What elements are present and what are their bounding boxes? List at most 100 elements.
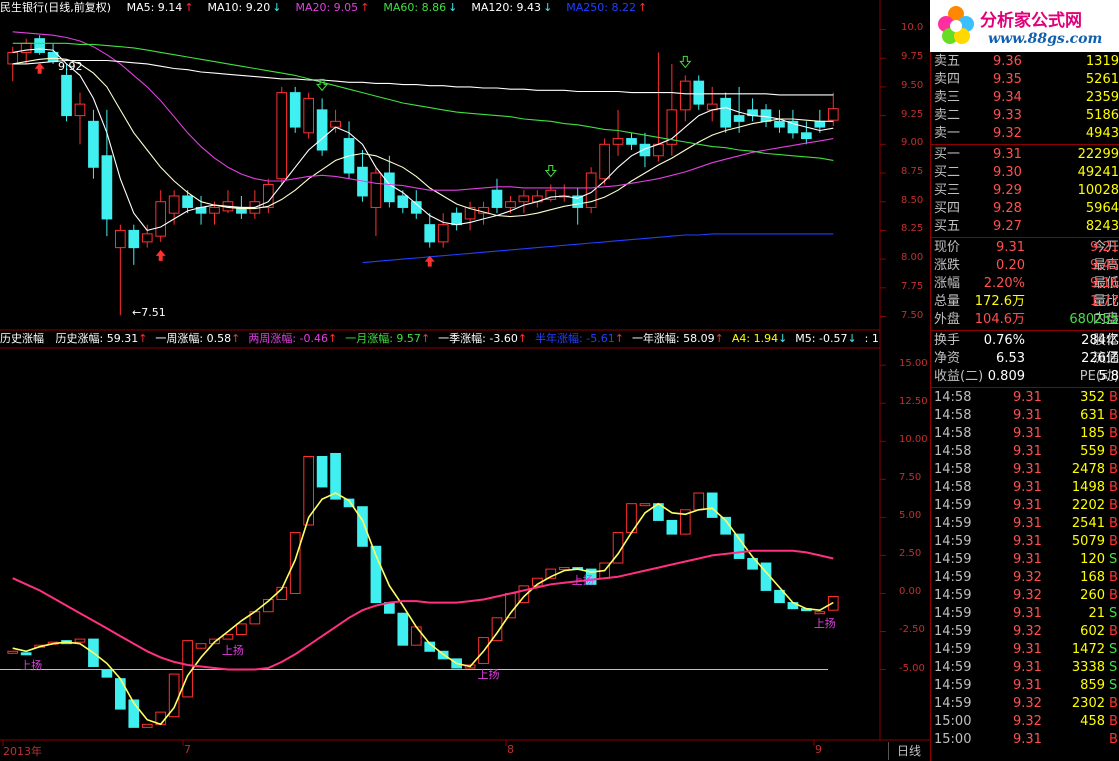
tick-side: B xyxy=(1109,714,1118,729)
quote-value: 2.20% xyxy=(983,276,1025,291)
ma-label: MA120: 9.43 xyxy=(471,1,542,14)
tick-row: 14:59 9.32 260 B xyxy=(931,587,1119,605)
tick-volume: 120 xyxy=(1080,552,1105,567)
tick-side: B xyxy=(1109,696,1118,711)
order-volume: 49241 xyxy=(1077,165,1119,180)
tick-side: B xyxy=(1109,534,1118,549)
fundamental-label: 换手 xyxy=(934,333,961,348)
indicator-candle xyxy=(195,643,207,649)
candle-body xyxy=(61,74,72,117)
candle-body xyxy=(733,115,745,122)
candle-body xyxy=(397,195,409,208)
indicator-tick-label: -2.50 xyxy=(899,624,925,636)
fundamental-row: 收益(二) 0.809 PE(动) 5.8 xyxy=(931,368,1119,386)
candle-body xyxy=(141,233,153,243)
tick-volume: 559 xyxy=(1080,444,1105,459)
tick-side: B xyxy=(1109,624,1118,639)
tick-volume: 2302 xyxy=(1071,696,1105,711)
fundamental-row: 换手 0.76% 股本 284亿 xyxy=(931,332,1119,350)
trend-arrow-icon: ↑ xyxy=(614,332,624,345)
tick-side: B xyxy=(1109,570,1118,585)
candle-body xyxy=(693,492,705,511)
candle-body xyxy=(114,678,126,710)
indicator-candle xyxy=(316,456,328,488)
candle-body xyxy=(505,201,516,208)
candle-body xyxy=(101,669,113,678)
tick-row: 14:59 9.31 2202 B xyxy=(931,497,1119,515)
candle-body xyxy=(720,97,732,128)
tick-volume: 859 xyxy=(1080,678,1105,693)
tick-row: 14:59 9.31 21 S xyxy=(931,605,1119,623)
tick-price: 9.31 xyxy=(1013,444,1042,459)
tick-time: 14:58 xyxy=(934,462,972,477)
order-price: 9.30 xyxy=(993,165,1022,180)
chart-area[interactable] xyxy=(0,0,930,761)
date-label: 2013年 xyxy=(3,745,42,758)
candle-body xyxy=(7,650,19,654)
order-price: 9.36 xyxy=(993,54,1022,69)
tick-side: S xyxy=(1109,642,1118,657)
candle-body xyxy=(128,229,140,249)
candle-body xyxy=(330,120,341,128)
trend-arrow-icon: ↓ xyxy=(543,1,553,14)
tick-time: 14:59 xyxy=(934,696,972,711)
tick-side: B xyxy=(1109,390,1118,405)
order-price: 9.32 xyxy=(993,126,1022,141)
tick-side: B xyxy=(1109,498,1118,513)
ma-label: MA60: 8.86 xyxy=(383,1,447,14)
ma-header-item: MA5: 9.14 ↑ xyxy=(125,1,196,14)
trend-arrow-icon: ↑ xyxy=(638,1,648,14)
period-button[interactable]: 日线 xyxy=(888,742,929,760)
candle-body xyxy=(74,638,86,643)
indicator-label: 一年涨幅: 58.09 xyxy=(631,332,715,345)
site-logo: 分析家公式网 www.88gs.com xyxy=(930,0,1119,52)
tick-volume: 3338 xyxy=(1071,660,1105,675)
ma-header-item: MA60: 8.86 ↓ xyxy=(381,1,459,14)
tick-volume: 2541 xyxy=(1071,516,1105,531)
candle-body xyxy=(666,519,678,535)
candle-body xyxy=(155,201,167,237)
candle-body xyxy=(626,138,637,145)
indicator-tick-label: 10.00 xyxy=(899,434,928,446)
order-level: 卖五 xyxy=(934,54,961,69)
indicator-tick-label: 15.00 xyxy=(899,358,928,370)
price-tick-label: 10.0 xyxy=(901,22,924,34)
order-price: 9.29 xyxy=(993,183,1022,198)
candle-body xyxy=(774,120,785,128)
tick-price: 9.31 xyxy=(1013,606,1042,621)
indicator-candle xyxy=(74,638,86,643)
tick-price: 9.32 xyxy=(1013,588,1042,603)
tick-volume: 631 xyxy=(1080,408,1105,423)
tick-volume: 2202 xyxy=(1071,498,1105,513)
candle-body xyxy=(195,643,207,649)
quote-label: 总量 xyxy=(934,294,961,309)
indicator-header-item: M5: -0.57↓ xyxy=(795,332,856,345)
tick-side: B xyxy=(1109,444,1118,459)
quote-row: 外盘 104.6万 内盘 680255 xyxy=(931,311,1119,329)
price-tick-label: 8.75 xyxy=(901,166,924,177)
trend-arrow-icon: ↑ xyxy=(184,1,194,14)
tick-side: B xyxy=(1109,516,1118,531)
price-tick-label: 9.75 xyxy=(901,51,924,63)
indicator-label: : 1 xyxy=(864,332,879,345)
quote-label: 现价 xyxy=(934,240,961,255)
quote-row: 现价 9.31 今开 9.21 xyxy=(931,239,1119,257)
ma-label: MA5: 9.14 xyxy=(126,1,183,14)
trend-arrow-icon: ↑ xyxy=(714,332,724,345)
price-candle xyxy=(720,92,732,133)
indicator-candle xyxy=(182,640,193,698)
candle-body xyxy=(101,155,113,220)
indicator-label: 一季涨幅: -3.60 xyxy=(438,332,518,345)
candle-body xyxy=(451,212,462,226)
ma-header-item: MA250: 8.22 ↑ xyxy=(564,1,649,14)
trend-arrow-icon: ↑ xyxy=(517,332,528,345)
candle-body xyxy=(182,195,193,208)
tick-side: B xyxy=(1109,588,1118,603)
tick-row: 14:58 9.31 631 B xyxy=(931,407,1119,425)
candle-body xyxy=(370,172,382,208)
price-tick-label: 7.50 xyxy=(901,309,924,321)
price-candle xyxy=(303,92,315,139)
indicator-header-item: 一月涨幅: 9.57↑ xyxy=(345,332,430,345)
indicator-candle xyxy=(20,652,32,656)
indicator-candle xyxy=(141,723,153,728)
